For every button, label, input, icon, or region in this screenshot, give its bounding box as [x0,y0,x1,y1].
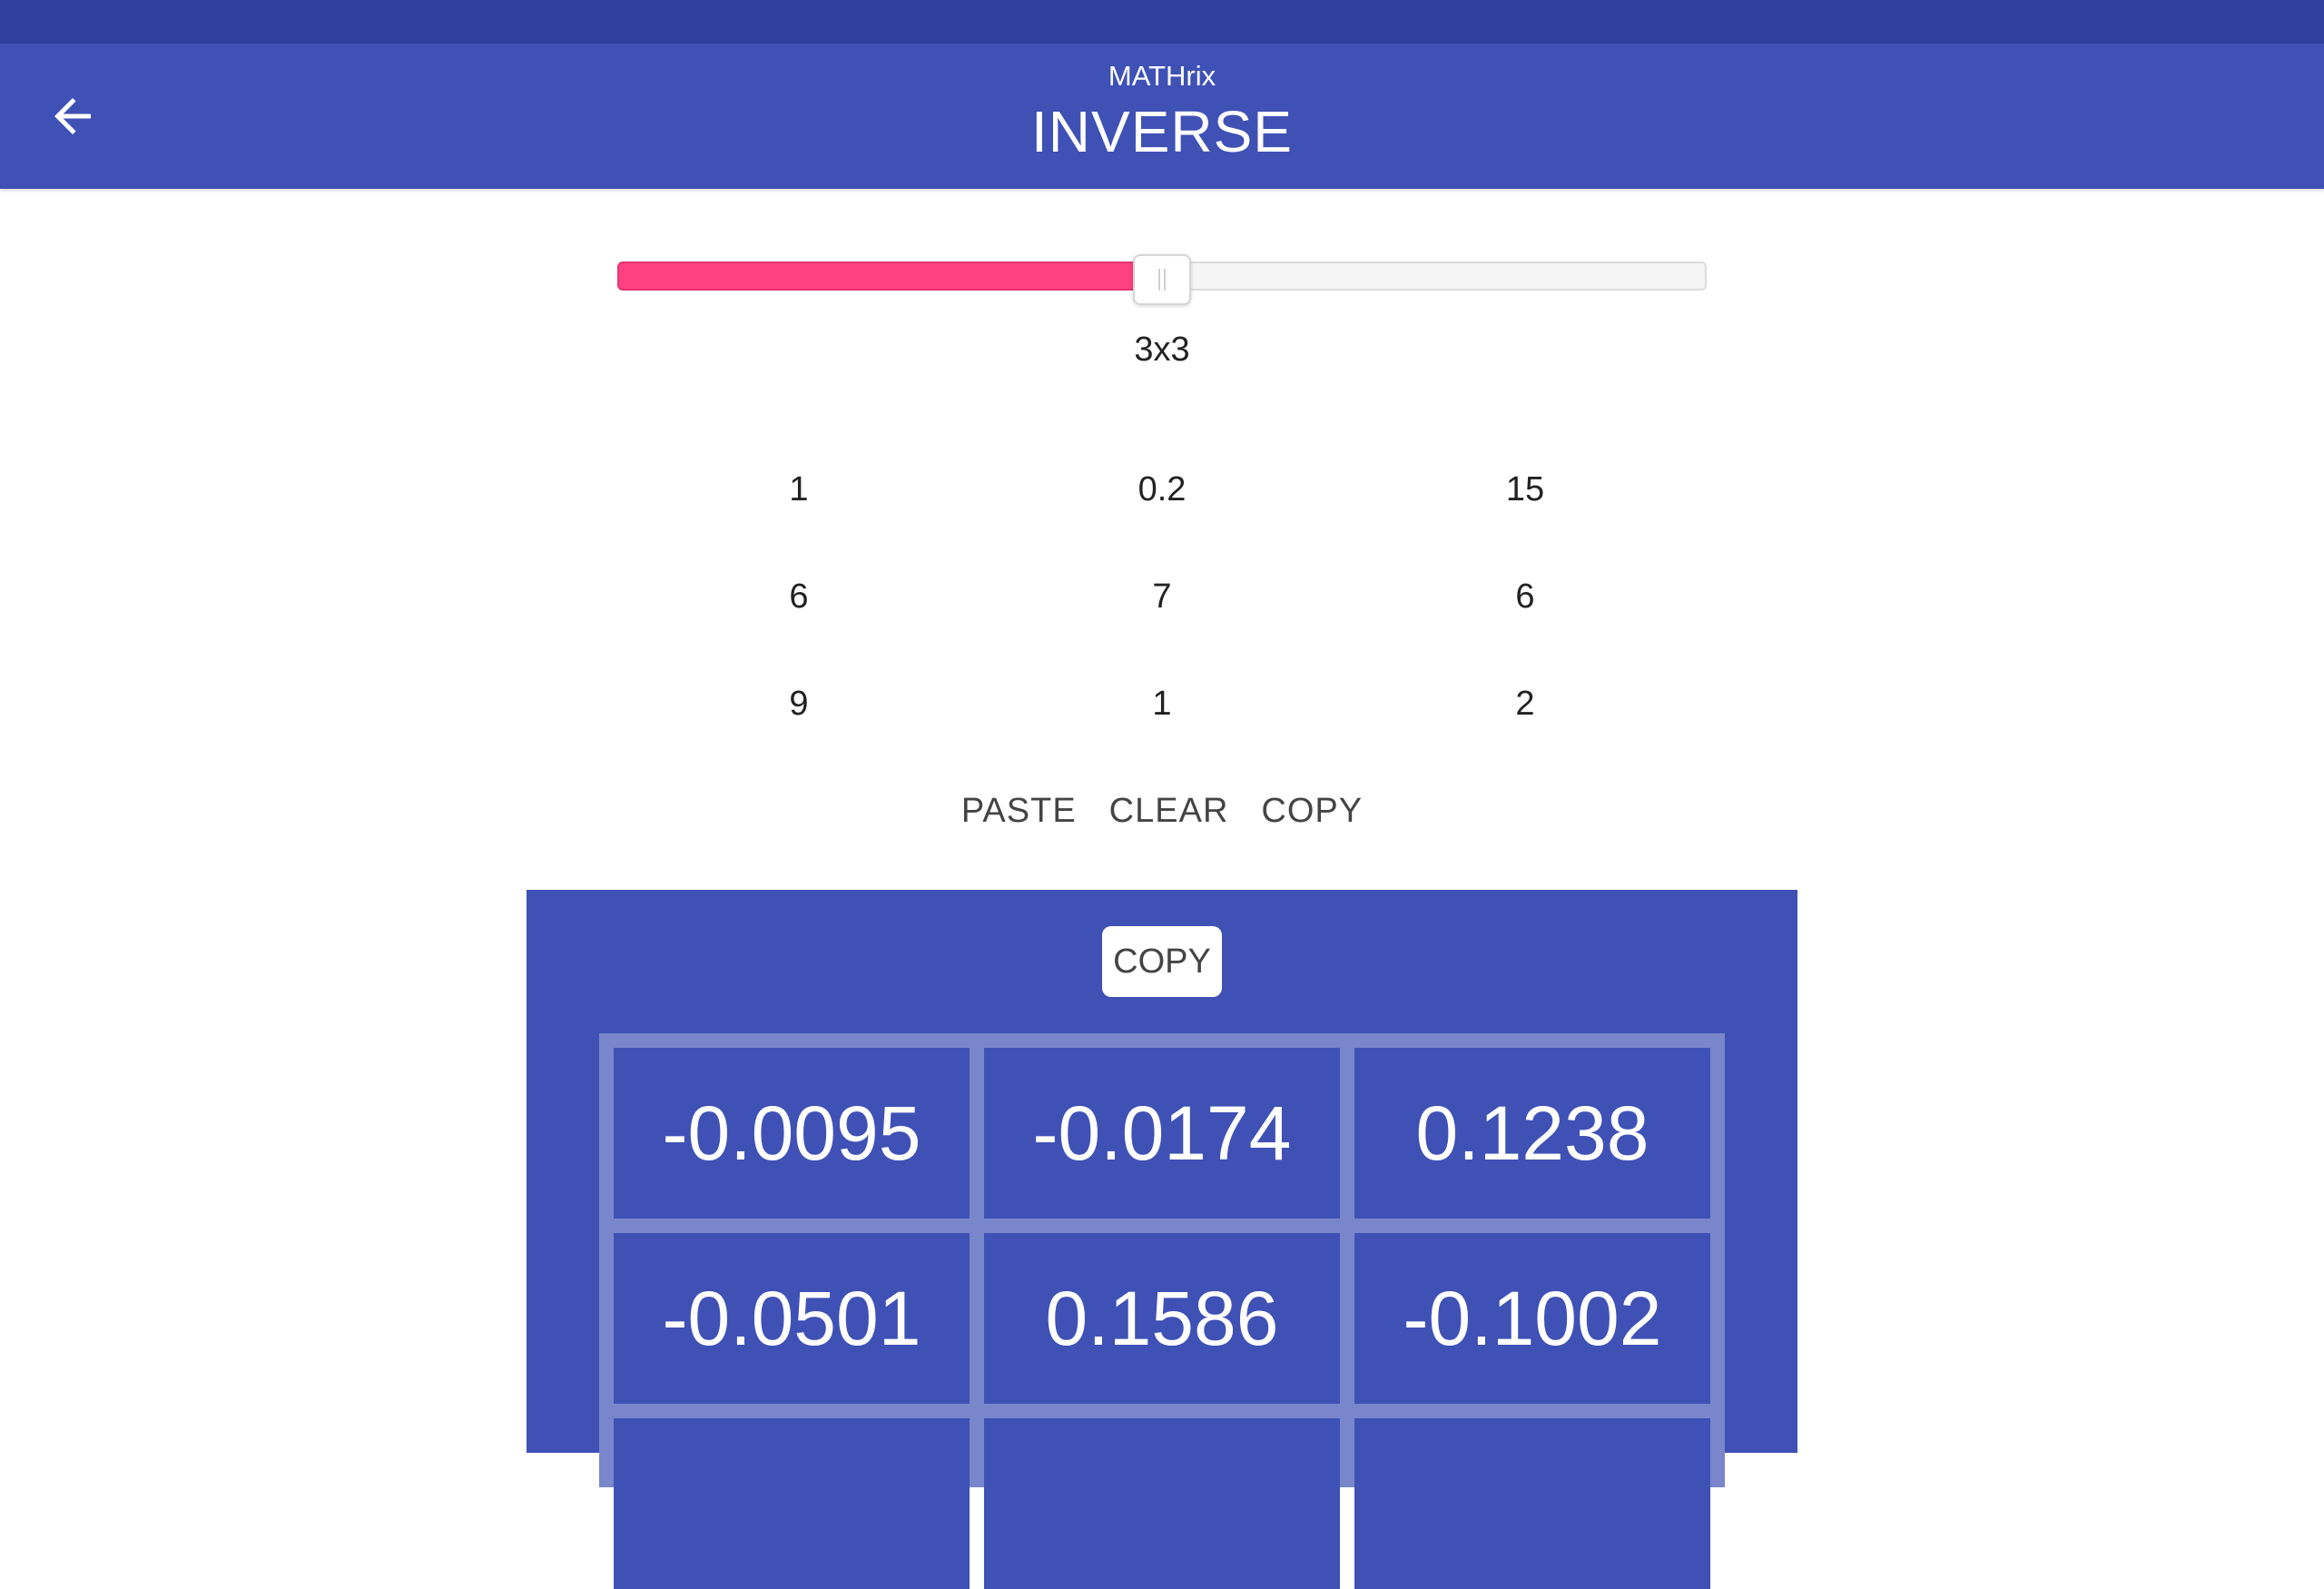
matrix-input-cell[interactable]: 6 [617,543,980,650]
grip-icon [1158,269,1166,291]
result-cell [1354,1418,1710,1589]
result-cell [984,1418,1340,1589]
matrix-input-cell[interactable]: 7 [980,543,1344,650]
clear-button[interactable]: CLEAR [1109,788,1229,843]
result-cell: 0.1586 [984,1233,1340,1404]
matrix-input-cell[interactable]: 1 [617,436,980,543]
matrix-actions: PASTE CLEAR COPY [0,788,2324,843]
slider-handle[interactable] [1133,254,1191,305]
matrix-input-cell[interactable]: 1 [980,650,1344,757]
result-matrix: -0.0095 -0.0174 0.1238 -0.0501 0.1586 -0… [599,1033,1725,1589]
matrix-input-cell[interactable]: 15 [1344,436,1707,543]
result-cell: -0.0095 [614,1048,970,1219]
page-title: INVERSE [1031,99,1293,164]
paste-button[interactable]: PASTE [961,788,1077,843]
result-cell: -0.0174 [984,1048,1340,1219]
result-panel: COPY -0.0095 -0.0174 0.1238 -0.0501 0.15… [527,890,1797,1589]
copy-result-button[interactable]: COPY [1102,926,1222,997]
result-cell: -0.1002 [1354,1233,1710,1404]
matrix-input-cell[interactable]: 6 [1344,543,1707,650]
matrix-size-slider[interactable] [617,254,1707,305]
result-cell: -0.0501 [614,1233,970,1404]
slider-fill [617,262,1162,291]
status-bar [0,0,2324,44]
copy-button[interactable]: COPY [1261,788,1363,843]
app-bar: MATHrix INVERSE [0,44,2324,189]
result-cell [614,1418,970,1589]
app-name: MATHrix [1108,60,1216,92]
matrix-input-cell[interactable]: 0.2 [980,436,1344,543]
result-cell: 0.1238 [1354,1048,1710,1219]
matrix-input-cell[interactable]: 2 [1344,650,1707,757]
matrix-input-cell[interactable]: 9 [617,650,980,757]
matrix-size-label: 3x3 [1134,331,1190,369]
input-matrix: 1 0.2 15 6 7 6 9 1 2 [617,436,1707,763]
